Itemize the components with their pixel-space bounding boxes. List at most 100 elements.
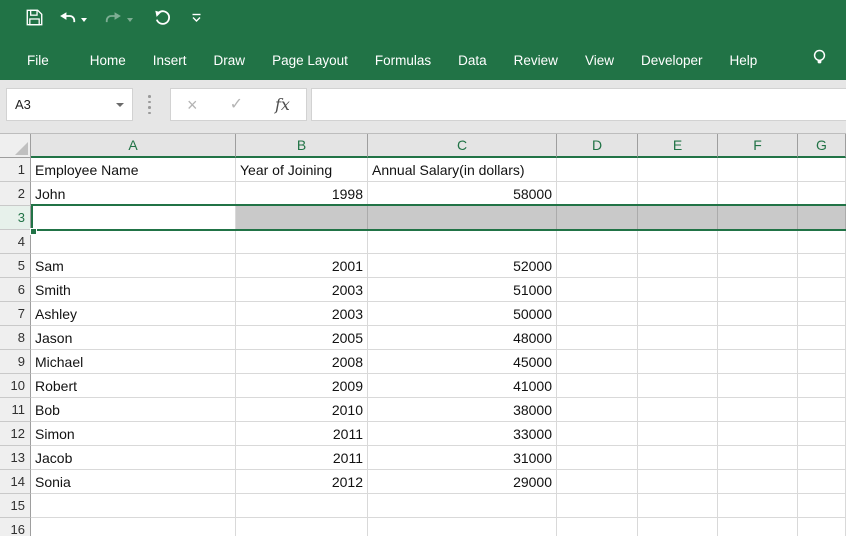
cell-B7[interactable]: 2003 [236, 302, 368, 326]
cell-A15[interactable] [31, 494, 236, 518]
cancel-icon[interactable]: × [187, 96, 198, 114]
row-header-1[interactable]: 1 [0, 158, 31, 182]
cell-E10[interactable] [638, 374, 718, 398]
cell-F7[interactable] [718, 302, 798, 326]
cell-C4[interactable] [368, 230, 557, 254]
cell-E14[interactable] [638, 470, 718, 494]
cell-G5[interactable] [798, 254, 846, 278]
cell-B1[interactable]: Year of Joining [236, 158, 368, 182]
row-header-9[interactable]: 9 [0, 350, 31, 374]
cell-E2[interactable] [638, 182, 718, 206]
cell-D9[interactable] [557, 350, 638, 374]
row-header-2[interactable]: 2 [0, 182, 31, 206]
column-header-B[interactable]: B [236, 134, 368, 158]
tab-view[interactable]: View [585, 53, 614, 68]
cell-F15[interactable] [718, 494, 798, 518]
cell-G12[interactable] [798, 422, 846, 446]
row-header-8[interactable]: 8 [0, 326, 31, 350]
select-all-button[interactable] [0, 134, 31, 158]
row-header-7[interactable]: 7 [0, 302, 31, 326]
cell-A5[interactable]: Sam [31, 254, 236, 278]
cell-E9[interactable] [638, 350, 718, 374]
cell-D3[interactable] [557, 206, 638, 230]
cell-F5[interactable] [718, 254, 798, 278]
cell-C9[interactable]: 45000 [368, 350, 557, 374]
fill-handle[interactable] [30, 228, 37, 235]
cell-C10[interactable]: 41000 [368, 374, 557, 398]
cell-F1[interactable] [718, 158, 798, 182]
cell-G2[interactable] [798, 182, 846, 206]
undo-dropdown-icon[interactable] [81, 18, 87, 22]
cell-C14[interactable]: 29000 [368, 470, 557, 494]
cell-E4[interactable] [638, 230, 718, 254]
cell-B11[interactable]: 2010 [236, 398, 368, 422]
cell-F4[interactable] [718, 230, 798, 254]
cell-G16[interactable] [798, 518, 846, 536]
tab-home[interactable]: Home [90, 53, 126, 68]
cell-F10[interactable] [718, 374, 798, 398]
cell-E15[interactable] [638, 494, 718, 518]
row-header-13[interactable]: 13 [0, 446, 31, 470]
tab-page-layout[interactable]: Page Layout [272, 53, 348, 68]
cell-F16[interactable] [718, 518, 798, 536]
tab-file[interactable]: File [27, 53, 49, 68]
cell-D8[interactable] [557, 326, 638, 350]
tab-insert[interactable]: Insert [153, 53, 187, 68]
cell-E5[interactable] [638, 254, 718, 278]
cell-A1[interactable]: Employee Name [31, 158, 236, 182]
enter-icon[interactable]: ✓ [230, 97, 243, 113]
customize-quick-access-toolbar-button[interactable] [190, 11, 203, 29]
column-header-G[interactable]: G [798, 134, 846, 158]
cell-C2[interactable]: 58000 [368, 182, 557, 206]
cell-D11[interactable] [557, 398, 638, 422]
cell-D10[interactable] [557, 374, 638, 398]
cell-B13[interactable]: 2011 [236, 446, 368, 470]
cell-C15[interactable] [368, 494, 557, 518]
cell-B5[interactable]: 2001 [236, 254, 368, 278]
cell-A10[interactable]: Robert [31, 374, 236, 398]
cell-A11[interactable]: Bob [31, 398, 236, 422]
cell-D4[interactable] [557, 230, 638, 254]
cell-G4[interactable] [798, 230, 846, 254]
cell-C7[interactable]: 50000 [368, 302, 557, 326]
cell-F6[interactable] [718, 278, 798, 302]
cell-A14[interactable]: Sonia [31, 470, 236, 494]
cell-A4[interactable] [31, 230, 236, 254]
cell-B16[interactable] [236, 518, 368, 536]
tab-formulas[interactable]: Formulas [375, 53, 431, 68]
cell-F11[interactable] [718, 398, 798, 422]
cell-E7[interactable] [638, 302, 718, 326]
cell-A6[interactable]: Smith [31, 278, 236, 302]
cell-B15[interactable] [236, 494, 368, 518]
cell-G7[interactable] [798, 302, 846, 326]
column-header-E[interactable]: E [638, 134, 718, 158]
redo-button[interactable] [104, 8, 133, 32]
cell-E1[interactable] [638, 158, 718, 182]
cell-F8[interactable] [718, 326, 798, 350]
cell-F3[interactable] [718, 206, 798, 230]
cell-F12[interactable] [718, 422, 798, 446]
cell-B8[interactable]: 2005 [236, 326, 368, 350]
cell-C5[interactable]: 52000 [368, 254, 557, 278]
cell-D15[interactable] [557, 494, 638, 518]
row-header-11[interactable]: 11 [0, 398, 31, 422]
cell-G13[interactable] [798, 446, 846, 470]
cell-A7[interactable]: Ashley [31, 302, 236, 326]
cell-C13[interactable]: 31000 [368, 446, 557, 470]
cell-D14[interactable] [557, 470, 638, 494]
cell-D6[interactable] [557, 278, 638, 302]
cell-E11[interactable] [638, 398, 718, 422]
tab-draw[interactable]: Draw [214, 53, 246, 68]
cell-B4[interactable] [236, 230, 368, 254]
cell-A2[interactable]: John [31, 182, 236, 206]
cell-G11[interactable] [798, 398, 846, 422]
cell-E8[interactable] [638, 326, 718, 350]
repeat-button[interactable] [153, 8, 172, 32]
cell-D1[interactable] [557, 158, 638, 182]
cell-A3[interactable] [31, 206, 236, 230]
insert-function-icon[interactable]: fx [275, 97, 290, 113]
cell-B9[interactable]: 2008 [236, 350, 368, 374]
cell-E3[interactable] [638, 206, 718, 230]
row-header-14[interactable]: 14 [0, 470, 31, 494]
cell-A9[interactable]: Michael [31, 350, 236, 374]
